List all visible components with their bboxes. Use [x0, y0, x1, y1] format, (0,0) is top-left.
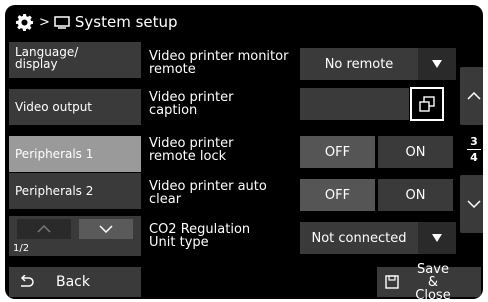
- co2-unit-type-dropdown[interactable]: Not connected: [300, 222, 456, 254]
- caption-edit-button[interactable]: [410, 87, 444, 121]
- row-label-co2-unit-type: CO2 Regulation Unit type: [149, 222, 251, 250]
- caption-field[interactable]: [300, 88, 409, 120]
- nav-page-indicator: 1/2: [13, 243, 30, 254]
- dropdown-value: Not connected: [311, 230, 407, 246]
- nav-item-label: Language/ display: [15, 45, 79, 71]
- nav-item-label: Peripherals 1: [15, 147, 94, 161]
- screen: > System setup Language/ display Video o…: [0, 0, 488, 302]
- row-label-monitor-remote: Video printer monitor remote: [149, 49, 289, 77]
- scroll-current-page: 3: [470, 135, 478, 148]
- nav-page-down-button[interactable]: [79, 219, 133, 239]
- scroll-page-indicator: 3 4: [460, 135, 483, 165]
- fraction-line: [467, 149, 481, 150]
- scroll-total-pages: 4: [470, 151, 478, 164]
- row-label-remote-lock: Video printer remote lock: [149, 136, 234, 164]
- nav-pager: 1/2: [9, 216, 141, 256]
- monitor-remote-dropdown[interactable]: No remote: [300, 48, 456, 80]
- row-label-caption: Video printer caption: [149, 90, 234, 118]
- page-title: System setup: [74, 13, 178, 31]
- gear-icon: [15, 13, 34, 31]
- triangle-down-icon: [432, 234, 442, 242]
- nav-item-peripherals-2[interactable]: Peripherals 2: [9, 173, 141, 209]
- chevron-up-icon: [467, 92, 481, 100]
- dropdown-arrow[interactable]: [418, 222, 456, 254]
- triangle-down-icon: [432, 60, 442, 68]
- dropdown-arrow[interactable]: [418, 48, 456, 80]
- return-arrow-icon: [20, 275, 34, 287]
- save-close-label: Save & Close: [415, 261, 451, 300]
- remote-lock-on-button[interactable]: ON: [378, 136, 453, 168]
- setup-panel: > System setup Language/ display Video o…: [5, 5, 483, 299]
- auto-clear-off-button[interactable]: OFF: [300, 179, 375, 211]
- row-label-auto-clear: Video printer auto clear: [149, 179, 267, 207]
- chevron-up-icon: [37, 225, 51, 233]
- auto-clear-on-button[interactable]: ON: [378, 179, 453, 211]
- nav-item-label: Peripherals 2: [15, 184, 94, 198]
- nav-item-language-display[interactable]: Language/ display: [9, 42, 141, 78]
- save-close-button[interactable]: Save & Close: [377, 263, 481, 299]
- chevron-down-icon: [99, 225, 113, 233]
- scroll-down-button[interactable]: [460, 175, 483, 233]
- back-label: Back: [56, 274, 90, 290]
- scroll-up-button[interactable]: [460, 67, 483, 125]
- nav-item-label: Video output: [15, 100, 93, 114]
- nav-item-video-output[interactable]: Video output: [9, 89, 141, 125]
- back-button[interactable]: Back: [9, 267, 141, 297]
- breadcrumb-separator: >: [39, 14, 50, 30]
- header: > System setup: [15, 11, 178, 33]
- save-icon: [385, 275, 399, 289]
- windows-icon: [419, 96, 435, 112]
- chevron-down-icon: [467, 200, 481, 208]
- dropdown-value: No remote: [324, 56, 394, 72]
- monitor-icon: [54, 15, 70, 29]
- nav-item-peripherals-1[interactable]: Peripherals 1: [9, 136, 141, 172]
- remote-lock-off-button[interactable]: OFF: [300, 136, 375, 168]
- nav-page-up-button[interactable]: [17, 219, 71, 239]
